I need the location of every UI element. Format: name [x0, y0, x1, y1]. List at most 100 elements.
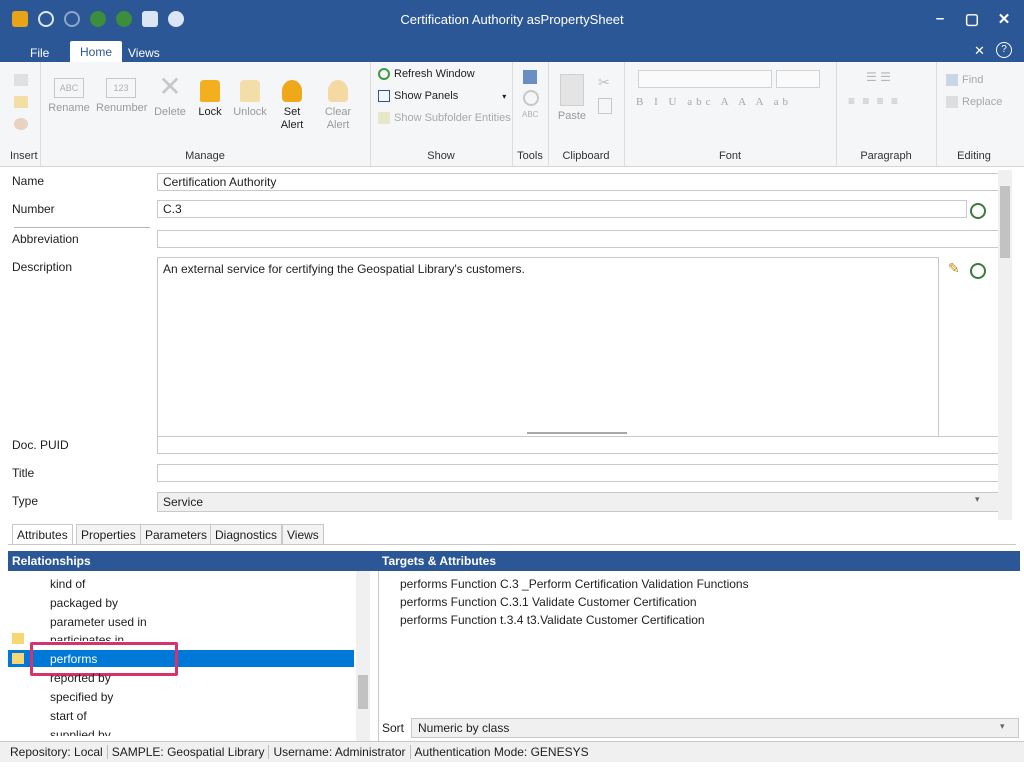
list-item[interactable]: kind of	[50, 577, 85, 591]
title-field[interactable]	[157, 464, 999, 482]
insert-icon[interactable]	[14, 74, 28, 86]
package-icon[interactable]	[14, 118, 28, 130]
sort-select[interactable]: Numeric by class	[411, 718, 1019, 738]
renumber-label: Renumber	[96, 102, 148, 114]
delete-icon: ✕	[158, 71, 182, 102]
list-item[interactable]: reported by	[50, 671, 111, 685]
name-field[interactable]: Certification Authority	[157, 173, 999, 191]
tab-parameters[interactable]: Parameters	[140, 524, 213, 545]
number-field[interactable]: C.3	[157, 200, 967, 218]
history-icon[interactable]	[970, 203, 986, 219]
status-repository: Repository: Local	[0, 745, 108, 759]
copy-icon[interactable]	[598, 98, 612, 114]
clear-alert-label: Clear Alert	[324, 106, 352, 131]
list-item[interactable]: supplied by	[50, 728, 111, 736]
relationships-scrollbar[interactable]	[356, 571, 370, 741]
delete-button[interactable]: ✕ Delete	[152, 72, 188, 119]
lock-button[interactable]: Lock	[192, 72, 228, 119]
resize-grip[interactable]	[527, 432, 627, 434]
tab-divider	[8, 544, 1016, 545]
target-item[interactable]: performs Function C.3.1 Validate Custome…	[400, 595, 697, 609]
clear-alert-button[interactable]: Clear Alert	[320, 72, 356, 132]
align-icons[interactable]: ≡ ≡ ≡ ≡	[848, 94, 900, 108]
tab-views[interactable]: Views	[118, 43, 170, 63]
delete-label: Delete	[154, 106, 186, 118]
label-divider	[14, 227, 150, 228]
target-item[interactable]: performs Function t.3.4 t3.Validate Cust…	[400, 613, 705, 627]
cut-icon[interactable]: ✂	[598, 74, 610, 91]
show-subfolder-button[interactable]: Show Subfolder Entities	[378, 112, 511, 124]
set-alert-label: Set Alert	[280, 106, 304, 131]
binoculars-icon	[946, 74, 958, 86]
list-item[interactable]: start of	[50, 709, 87, 723]
description-field[interactable]: An external service for certifying the G…	[157, 257, 939, 437]
settings-icon[interactable]: ✕	[974, 43, 985, 59]
relationships-list: kind of packaged by parameter used in pa…	[8, 571, 379, 741]
show-group: Refresh Window Show Panels ▾ Show Subfol…	[370, 62, 513, 166]
status-bar: Repository: Local SAMPLE: Geospatial Libr…	[0, 741, 1024, 762]
description-history-icon[interactable]	[970, 263, 986, 279]
bell-icon	[282, 80, 302, 102]
target-item[interactable]: performs Function C.3 _Perform Certifica…	[400, 577, 749, 591]
list-item[interactable]: specified by	[50, 690, 113, 704]
close-icon[interactable]: ✕	[994, 10, 1014, 28]
list-icon[interactable]: ☰ ☰	[866, 70, 891, 84]
refresh-icon	[378, 68, 390, 80]
bell-off-icon	[328, 80, 348, 102]
insert-group: Insert	[0, 62, 41, 166]
search-icon[interactable]	[523, 90, 539, 106]
rename-button[interactable]: ABC Rename	[48, 72, 90, 115]
filter-icon[interactable]	[523, 70, 537, 84]
manage-group: ABC Rename 123 Renumber ✕ Delete Lock Un…	[40, 62, 371, 166]
font-size-select[interactable]	[776, 70, 820, 88]
font-family-select[interactable]	[638, 70, 772, 88]
name-label: Name	[12, 174, 45, 188]
refresh-window-button[interactable]: Refresh Window	[378, 68, 475, 80]
show-panels-button[interactable]: Show Panels ▾	[378, 90, 506, 102]
set-alert-button[interactable]: Set Alert	[274, 72, 310, 132]
type-label: Type	[12, 494, 39, 508]
font-group: B I U abc A A A ab Font	[624, 62, 837, 166]
tab-attributes[interactable]: Attributes	[12, 524, 73, 545]
replace-button[interactable]: Replace	[946, 96, 1002, 108]
list-item[interactable]: participates in	[50, 633, 124, 641]
replace-label: Replace	[962, 96, 1003, 108]
renumber-button[interactable]: 123 Renumber	[96, 72, 148, 115]
find-button[interactable]: Find	[946, 74, 983, 86]
tab-file[interactable]: File	[20, 43, 59, 63]
clipboard-group: Paste ✂ Clipboard	[548, 62, 625, 166]
paste-button[interactable]: Paste	[554, 74, 590, 123]
relationships-header: Relationships	[8, 551, 378, 571]
paste-label: Paste	[557, 110, 587, 122]
unlock-button[interactable]: Unlock	[232, 72, 268, 119]
tab-properties[interactable]: Properties	[76, 524, 141, 545]
help-icon[interactable]: ?	[996, 42, 1012, 58]
list-item[interactable]: packaged by	[50, 596, 118, 610]
form-scrollbar-thumb[interactable]	[1000, 186, 1010, 258]
tab-views-bottom[interactable]: Views	[282, 524, 324, 545]
subfolder-icon	[378, 112, 390, 124]
folder-icon	[12, 653, 24, 664]
paragraph-group-label: Paragraph	[860, 150, 912, 162]
folder-icon	[12, 633, 24, 644]
tools-group: ABC Tools	[512, 62, 549, 166]
type-select[interactable]: Service	[157, 492, 999, 512]
relationships-scrollbar-thumb[interactable]	[358, 675, 368, 709]
title-bar: Certification Authority asPropertySheet …	[0, 0, 1024, 40]
font-format-icons[interactable]: B I U abc A A A ab	[636, 96, 792, 108]
list-item[interactable]: parameter used in	[50, 615, 147, 629]
chevron-down-icon: ▾	[502, 91, 507, 101]
spellcheck-icon[interactable]: ABC	[522, 110, 538, 119]
refresh-label: Refresh Window	[394, 68, 475, 80]
window-title: Certification Authority asPropertySheet	[400, 12, 624, 27]
doc-puid-field[interactable]	[157, 436, 999, 454]
minimize-icon[interactable]: –	[930, 10, 950, 27]
pencil-icon[interactable]: ✎	[948, 260, 960, 277]
abbreviation-field[interactable]	[157, 230, 999, 248]
tab-home[interactable]: Home	[70, 41, 123, 63]
folder-icon[interactable]	[14, 96, 28, 108]
editing-group: Find Replace Editing	[936, 62, 1012, 166]
form-scrollbar[interactable]	[998, 170, 1012, 520]
maximize-icon[interactable]: ▢	[962, 10, 982, 28]
tab-diagnostics[interactable]: Diagnostics	[210, 524, 283, 545]
